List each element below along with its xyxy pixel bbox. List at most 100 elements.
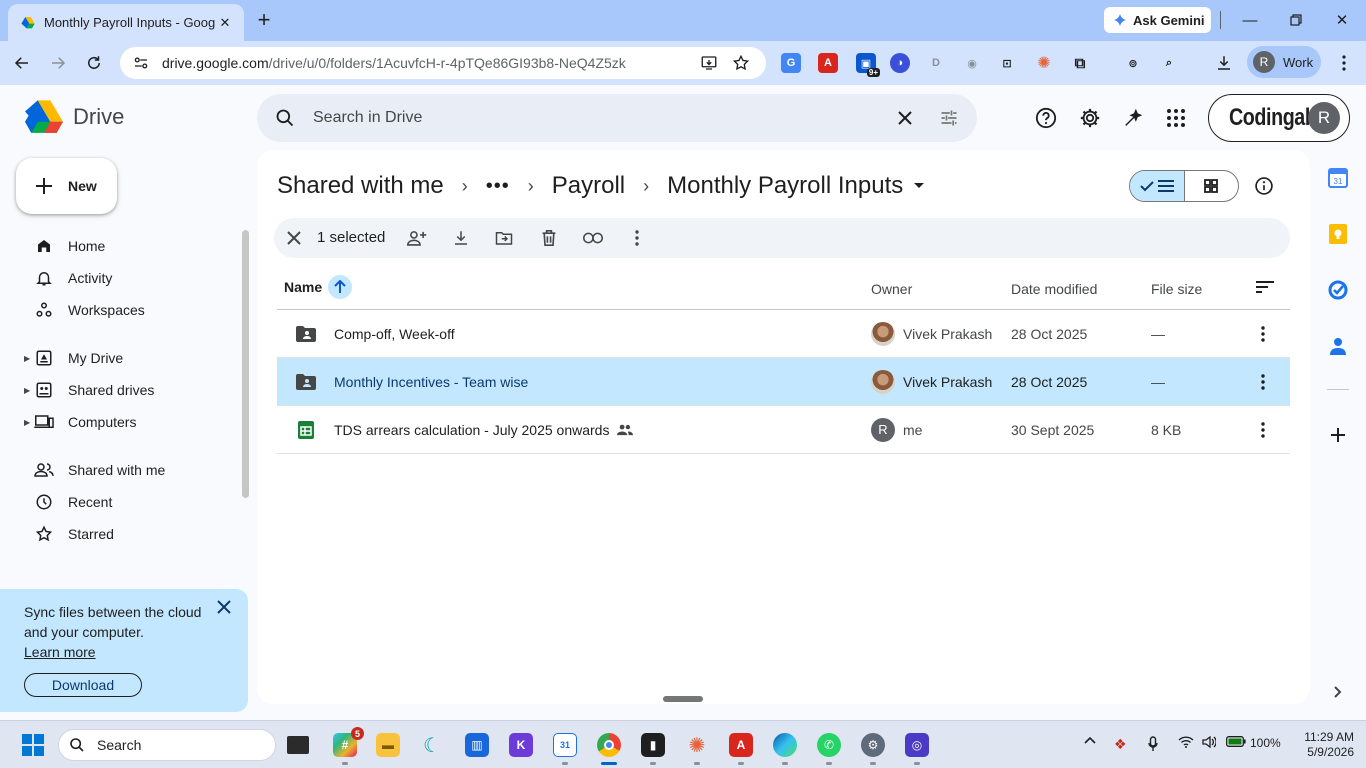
downloads-icon[interactable] <box>1214 53 1234 73</box>
battery-icon[interactable] <box>1226 736 1246 747</box>
clear-selection-icon[interactable] <box>284 228 304 248</box>
settings-app-icon[interactable]: ⚙ <box>861 733 885 757</box>
drive-logo[interactable]: Drive <box>25 100 124 134</box>
sidebar-item-shared-with-me[interactable]: Shared with me <box>0 454 240 486</box>
expand-caret-icon[interactable]: ▶ <box>24 354 30 363</box>
extension-badge-icon[interactable]: 9+ ▣ <box>856 53 880 77</box>
trello-icon[interactable]: ▥ <box>465 733 489 757</box>
sidebar-item-computers[interactable]: ▶ Computers <box>0 406 240 438</box>
expand-caret-icon[interactable]: ▶ <box>24 386 30 395</box>
more-actions-icon[interactable] <box>627 228 647 248</box>
breadcrumb-shared-with-me[interactable]: Shared with me <box>277 172 444 200</box>
sidebar-item-shared-drives[interactable]: ▶ Shared drives <box>0 374 240 406</box>
ask-gemini-button[interactable]: Ask Gemini <box>1104 7 1211 33</box>
site-settings-icon[interactable] <box>132 54 150 72</box>
name-column-header[interactable]: Name <box>284 275 353 299</box>
show-hidden-icons-chevron-icon[interactable] <box>1084 736 1096 744</box>
sidebar-item-activity[interactable]: Activity <box>0 262 240 294</box>
file-row[interactable]: TDS arrears calculation - July 2025 onwa… <box>277 406 1290 454</box>
reload-icon[interactable] <box>82 51 106 75</box>
breadcrumb-payroll[interactable]: Payroll <box>552 172 625 200</box>
google-calendar-icon[interactable]: 31 <box>1327 167 1349 189</box>
google-apps-icon[interactable] <box>1164 106 1188 130</box>
capture-extension-icon[interactable]: ⊡ <box>997 53 1017 73</box>
tab-close-icon[interactable]: ✕ <box>216 14 234 32</box>
browser-profile-button[interactable]: R Work <box>1247 46 1321 78</box>
sidebar-item-starred[interactable]: Starred <box>0 518 240 550</box>
wifi-icon[interactable] <box>1178 736 1194 748</box>
minimize-window-icon[interactable]: — <box>1238 8 1262 32</box>
folder-dropdown-icon[interactable] <box>913 182 925 190</box>
whatsapp-icon[interactable]: ✆ <box>817 733 841 757</box>
install-app-icon[interactable] <box>700 54 718 72</box>
codingal-app-icon[interactable]: ☾ <box>420 733 444 757</box>
row-more-actions-icon[interactable] <box>1253 420 1273 440</box>
new-tab-button[interactable]: + <box>252 7 276 32</box>
file-row[interactable]: Comp-off, Week-off Vivek Prakash 28 Oct … <box>277 310 1290 358</box>
system-clock[interactable]: 11:29 AM 5/9/2026 <box>1290 730 1354 760</box>
gemini-tools-icon[interactable] <box>1122 106 1146 130</box>
new-button[interactable]: New <box>16 158 117 214</box>
google-contacts-icon[interactable] <box>1327 335 1349 357</box>
download-icon[interactable] <box>451 228 471 248</box>
grid-view-button[interactable] <box>1185 171 1239 201</box>
get-addons-plus-icon[interactable] <box>1327 424 1349 446</box>
file-row-selected[interactable]: Monthly Incentives - Team wise Vivek Pra… <box>277 358 1290 406</box>
search-input[interactable] <box>313 109 873 127</box>
dashlane-extension-icon[interactable]: D <box>926 53 946 73</box>
windows-start-icon[interactable] <box>22 734 44 756</box>
acrobat-extension-icon[interactable]: A <box>818 53 838 73</box>
browser-menu-icon[interactable] <box>1332 51 1356 75</box>
google-translate-extension-icon[interactable]: G <box>781 53 801 73</box>
sort-options-icon[interactable] <box>1256 280 1274 294</box>
claude-extension-icon[interactable]: ✺ <box>1034 53 1054 73</box>
back-arrow-icon[interactable] <box>10 51 34 75</box>
file-size-column-header[interactable]: File size <box>1151 281 1202 297</box>
help-icon[interactable] <box>1034 106 1058 130</box>
slack-icon[interactable]: #5 <box>333 727 364 757</box>
move-to-folder-icon[interactable] <box>494 228 514 248</box>
browser-tab[interactable]: Monthly Payroll Inputs - Google Drive ✕ <box>8 4 244 41</box>
google-calendar-app-icon[interactable]: 31 <box>553 733 577 757</box>
download-button[interactable]: Download <box>24 673 142 697</box>
expand-caret-icon[interactable]: ▶ <box>24 418 30 427</box>
share-add-person-icon[interactable] <box>407 228 427 248</box>
google-tasks-icon[interactable] <box>1327 279 1349 301</box>
row-more-actions-icon[interactable] <box>1253 324 1273 344</box>
clear-search-icon[interactable] <box>893 106 917 130</box>
microphone-icon[interactable] <box>1148 736 1158 752</box>
sidebar-item-recent[interactable]: Recent <box>0 486 240 518</box>
drive-search-bar[interactable] <box>257 94 977 142</box>
search-icon[interactable] <box>275 108 295 128</box>
copy-link-icon[interactable] <box>583 228 603 248</box>
sidebar-item-home[interactable]: Home <box>0 230 240 262</box>
task-view-icon[interactable] <box>287 736 309 754</box>
trash-icon[interactable] <box>539 228 559 248</box>
restore-window-icon[interactable] <box>1284 8 1308 32</box>
bookmark-star-icon[interactable] <box>732 54 750 72</box>
google-keep-icon[interactable] <box>1327 223 1349 245</box>
camera-extension-icon[interactable]: ◉ <box>962 53 982 73</box>
extensions-puzzle-icon[interactable]: ⧉ <box>1070 53 1090 73</box>
volume-icon[interactable] <box>1202 736 1216 748</box>
close-window-icon[interactable]: ✕ <box>1330 8 1354 32</box>
taskbar-search[interactable]: Search <box>58 729 276 761</box>
sidebar-item-my-drive[interactable]: ▶ My Drive <box>0 342 240 374</box>
stocks-app-icon[interactable]: ▮ <box>641 733 665 757</box>
edge-icon[interactable] <box>773 733 797 757</box>
vpn-extension-icon[interactable]: ◑ <box>890 53 910 73</box>
panel-resize-handle[interactable] <box>663 696 703 702</box>
row-more-actions-icon[interactable] <box>1253 372 1273 392</box>
date-modified-column-header[interactable]: Date modified <box>1011 281 1097 297</box>
expand-side-panel-icon[interactable] <box>1327 681 1349 703</box>
dropbox-tray-icon[interactable]: ❖ <box>1114 736 1127 753</box>
address-bar[interactable]: drive.google.com/drive/u/0/folders/1Acuv… <box>120 47 766 79</box>
breadcrumb-more[interactable]: ••• <box>486 175 510 198</box>
sidebar-scrollbar[interactable] <box>242 230 249 498</box>
list-view-button[interactable] <box>1130 171 1185 201</box>
google-account-button[interactable]: Codingal R <box>1208 94 1350 142</box>
claude-app-icon[interactable]: ✺ <box>685 733 709 757</box>
close-promo-icon[interactable] <box>214 597 234 617</box>
reading-mode-icon[interactable]: ⊚ <box>1123 53 1143 73</box>
file-explorer-icon[interactable]: ▬ <box>376 733 400 757</box>
